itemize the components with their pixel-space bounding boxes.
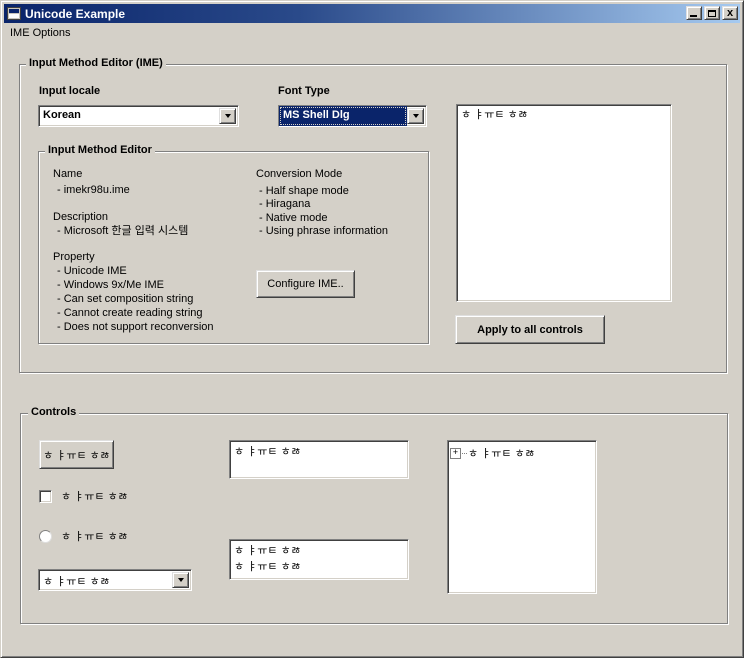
configure-ime-button[interactable]: Configure IME.. (256, 270, 355, 298)
window-title: Unicode Example (25, 7, 125, 21)
maximize-icon (708, 10, 716, 17)
property-item: - Unicode IME (57, 265, 127, 278)
input-locale-label: Input locale (39, 85, 100, 98)
sample-editbox-single[interactable]: ㅎ ㅑㅠㅌ ㅎㅀ (229, 440, 409, 479)
input-locale-dropdown-button[interactable] (219, 108, 236, 124)
sample-radio[interactable] (39, 530, 52, 543)
property-item: - Can set composition string (57, 293, 193, 306)
minimize-icon (690, 15, 697, 17)
font-type-combobox[interactable]: MS Shell Dlg (278, 105, 427, 127)
window-icon[interactable] (7, 7, 21, 20)
property-item: - Windows 9x/Me IME (57, 279, 164, 292)
input-locale-combobox[interactable]: Korean (38, 105, 239, 127)
chevron-down-icon (178, 578, 184, 582)
description-label: Description (53, 211, 108, 224)
ime-groupbox-title: Input Method Editor (IME) (26, 57, 166, 69)
name-label: Name (53, 168, 82, 181)
controls-groupbox-title: Controls (28, 406, 79, 418)
font-type-label: Font Type (278, 85, 330, 98)
menubar: IME Options (5, 24, 739, 41)
chevron-down-icon (225, 114, 231, 118)
sample-combobox-dropdown-button[interactable] (172, 572, 189, 588)
property-item: - Cannot create reading string (57, 307, 203, 320)
sample-checkbox[interactable] (39, 490, 52, 503)
sample-treeview[interactable]: + ㅎ ㅑㅠㅌ ㅎㅀ (447, 440, 597, 594)
property-label: Property (53, 251, 95, 264)
sample-checkbox-label: ㅎ ㅑㅠㅌ ㅎㅀ (61, 491, 128, 504)
font-type-value: MS Shell Dlg (279, 106, 407, 126)
ime-preview-text: ㅎ ㅑㅠㅌ ㅎㅀ (461, 109, 528, 121)
apply-to-all-controls-button[interactable]: Apply to all controls (455, 315, 605, 344)
name-value: - imekr98u.ime (57, 184, 130, 197)
sample-combobox[interactable]: ㅎ ㅑㅠㅌ ㅎㅀ (38, 569, 192, 591)
conversion-item: - Hiragana (259, 198, 310, 211)
sample-edit-line: ㅎ ㅑㅠㅌ ㅎㅀ (234, 543, 404, 559)
description-value: - Microsoft 한글 입력 시스템 (57, 225, 188, 238)
ime-info-groupbox-title: Input Method Editor (45, 144, 155, 156)
property-item: - Does not support reconversion (57, 321, 214, 334)
unicode-example-window: Unicode Example x IME Options Input Meth… (0, 0, 744, 658)
input-locale-value: Korean (39, 106, 219, 126)
tree-expand-icon[interactable]: + (450, 448, 461, 459)
titlebar-buttons: x (684, 6, 738, 20)
sample-editbox-multi[interactable]: ㅎ ㅑㅠㅌ ㅎㅀ ㅎ ㅑㅠㅌ ㅎㅀ (229, 539, 409, 580)
sample-edit-text: ㅎ ㅑㅠㅌ ㅎㅀ (234, 446, 301, 458)
tree-item[interactable]: + ㅎ ㅑㅠㅌ ㅎㅀ (448, 441, 596, 465)
maximize-button[interactable] (704, 6, 720, 20)
font-type-dropdown-button[interactable] (407, 108, 424, 124)
tree-connector (462, 453, 467, 454)
close-button[interactable]: x (722, 6, 738, 20)
titlebar[interactable]: Unicode Example x (4, 4, 740, 23)
conversion-mode-label: Conversion Mode (256, 168, 342, 181)
menu-item-ime-options[interactable]: IME Options (10, 27, 71, 39)
conversion-item: - Native mode (259, 212, 327, 225)
ime-preview-editbox[interactable]: ㅎ ㅑㅠㅌ ㅎㅀ (456, 104, 672, 302)
sample-edit-line: ㅎ ㅑㅠㅌ ㅎㅀ (234, 559, 404, 575)
chevron-down-icon (413, 114, 419, 118)
conversion-item: - Half shape mode (259, 185, 349, 198)
conversion-item: - Using phrase information (259, 225, 388, 238)
sample-button[interactable]: ㅎ ㅑㅠㅌ ㅎㅀ (39, 440, 114, 469)
sample-radio-label: ㅎ ㅑㅠㅌ ㅎㅀ (61, 531, 128, 544)
sample-combobox-value: ㅎ ㅑㅠㅌ ㅎㅀ (39, 570, 172, 590)
tree-item-label: ㅎ ㅑㅠㅌ ㅎㅀ (468, 445, 535, 461)
minimize-button[interactable] (686, 6, 702, 20)
close-icon: x (727, 8, 733, 18)
